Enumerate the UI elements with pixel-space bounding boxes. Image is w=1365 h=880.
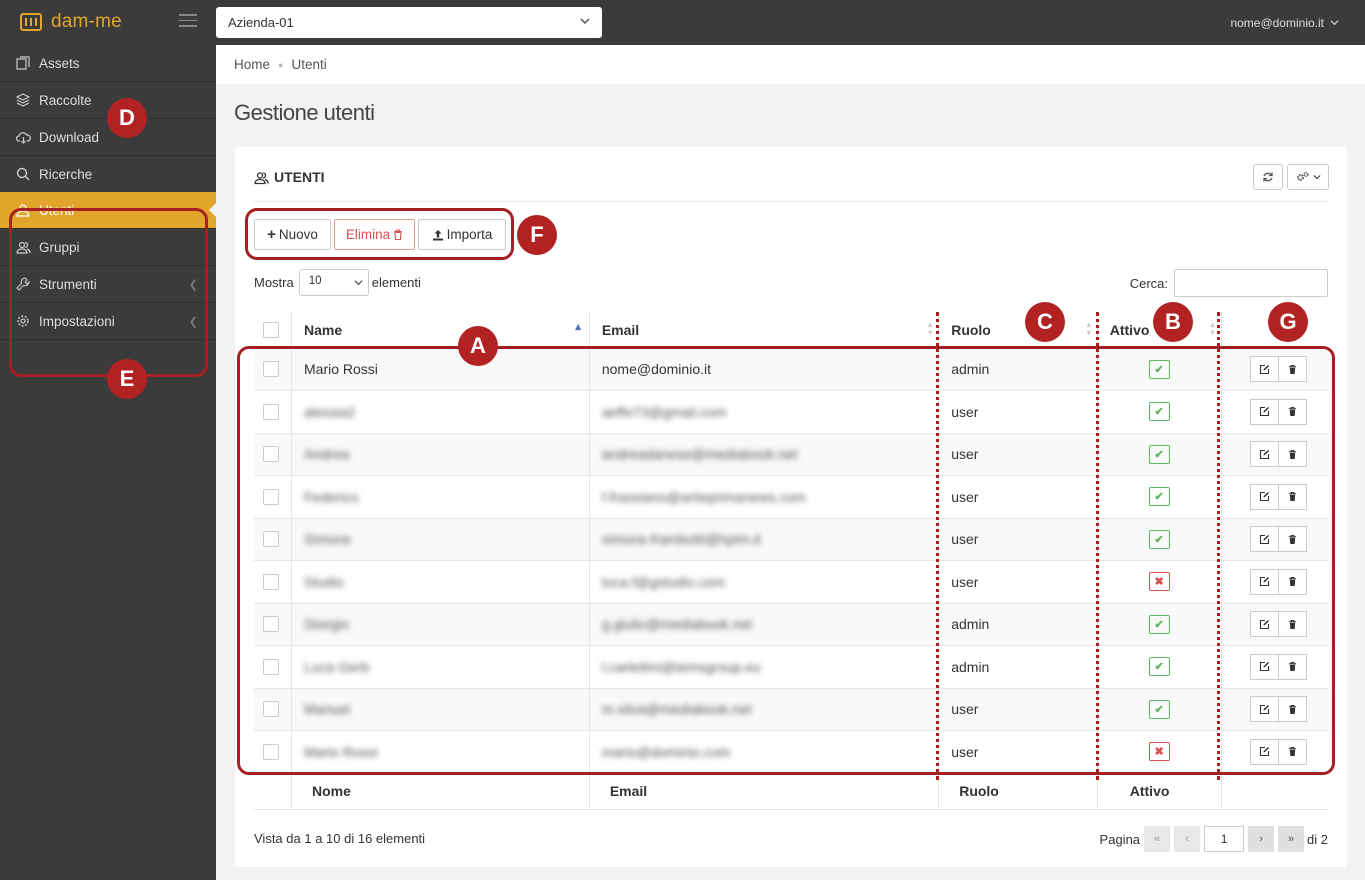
select-all-cell — [254, 312, 292, 349]
annotation-badge-a: A — [458, 326, 498, 366]
footer-name: Nome — [291, 773, 590, 810]
assets-icon — [16, 55, 31, 71]
annotation-box-f — [245, 208, 514, 260]
refresh-icon — [1263, 172, 1273, 182]
logo-icon — [20, 13, 42, 31]
length-label: Mostra — [254, 275, 294, 290]
company-select[interactable]: Azienda-01 — [216, 7, 602, 38]
user-menu[interactable]: nome@dominio.it — [1230, 16, 1339, 30]
cloud-download-icon — [16, 130, 31, 145]
annotation-box-a — [237, 346, 1335, 775]
first-page-button[interactable]: « — [1144, 826, 1171, 852]
users-icon — [254, 171, 269, 184]
sidebar-item-label: Ricerche — [39, 166, 93, 182]
annotation-badge-c: C — [1025, 302, 1065, 342]
layers-icon — [16, 92, 31, 108]
footer-actions — [1221, 773, 1329, 810]
settings-dropdown-button[interactable] — [1287, 164, 1329, 190]
select-all-checkbox[interactable] — [263, 321, 279, 338]
logo-text: dam-me — [51, 11, 122, 32]
user-email: nome@dominio.it — [1230, 16, 1324, 30]
card-title: UTENTI — [254, 169, 325, 185]
sidebar-item-label: Download — [39, 129, 100, 145]
top-bar: dam-me Azienda-01 nome@dominio.it — [0, 0, 1365, 45]
sidebar-item-label: Raccolte — [39, 92, 92, 108]
annotation-column-divider — [1096, 312, 1099, 780]
gears-icon — [1296, 171, 1309, 181]
footer-email: Email — [589, 773, 940, 810]
sidebar-item-ricerche[interactable]: Ricerche — [0, 156, 216, 193]
page-number-input[interactable]: 1 — [1204, 826, 1245, 852]
next-page-button[interactable]: › — [1248, 826, 1275, 852]
annotation-column-divider — [1217, 312, 1220, 780]
header-email[interactable]: Email — [589, 312, 940, 349]
breadcrumb: Home ● Utenti — [216, 45, 1365, 84]
annotation-box-e — [9, 208, 208, 377]
breadcrumb-separator: ● — [278, 60, 284, 71]
search-control: Cerca: — [1130, 269, 1328, 297]
logo[interactable]: dam-me — [20, 11, 122, 33]
prev-page-button[interactable]: ‹ — [1174, 826, 1201, 852]
header-name[interactable]: Name — [291, 312, 590, 349]
page-length-select[interactable]: 10 — [298, 269, 369, 296]
breadcrumb-current: Utenti — [291, 57, 327, 72]
annotation-badge-d: D — [107, 98, 147, 138]
annotation-badge-f: F — [517, 215, 557, 255]
card-title-text: UTENTI — [274, 169, 325, 185]
annotation-badge-e: E — [107, 359, 147, 399]
chevron-down-icon — [1330, 20, 1339, 26]
search-icon — [16, 167, 31, 182]
table-footer-row: Nome Email Ruolo Attivo — [254, 773, 1329, 810]
breadcrumb-home[interactable]: Home — [234, 57, 270, 72]
menu-toggle-icon[interactable] — [179, 14, 197, 28]
sidebar-item-label: Assets — [39, 55, 80, 71]
refresh-button[interactable] — [1253, 164, 1283, 190]
length-suffix: elementi — [371, 275, 421, 290]
sidebar-item-assets[interactable]: Assets — [0, 45, 216, 82]
pagination-label: Pagina — [1099, 831, 1141, 847]
page-length-value: 10 — [308, 275, 322, 287]
company-select-value: Azienda-01 — [228, 15, 294, 30]
chevron-down-icon — [354, 280, 363, 286]
annotation-badge-b: B — [1153, 302, 1193, 342]
page-title: Gestione utenti — [234, 100, 375, 125]
search-label: Cerca: — [1129, 275, 1168, 291]
footer-active: Attivo — [1097, 773, 1222, 810]
annotation-column-divider — [936, 312, 939, 780]
page-length-control: Mostra 10 elementi — [254, 269, 421, 296]
table-info: Vista da 1 a 10 di 16 elementi — [254, 831, 426, 846]
pagination-total: di 2 — [1307, 831, 1328, 847]
annotation-badge-g: G — [1268, 302, 1308, 342]
pagination: Pagina « ‹ 1 › » di 2 — [1100, 826, 1328, 852]
footer-empty — [254, 773, 292, 810]
chevron-down-icon — [1312, 174, 1321, 180]
search-input[interactable] — [1174, 269, 1328, 297]
chevron-down-icon — [580, 18, 590, 25]
footer-role: Ruolo — [938, 773, 1098, 810]
sidebar: Assets Raccolte Download Ricerche Utenti… — [0, 45, 217, 880]
last-page-button[interactable]: » — [1278, 826, 1305, 852]
header-role[interactable]: Ruolo — [938, 312, 1098, 349]
divider — [254, 201, 1328, 202]
